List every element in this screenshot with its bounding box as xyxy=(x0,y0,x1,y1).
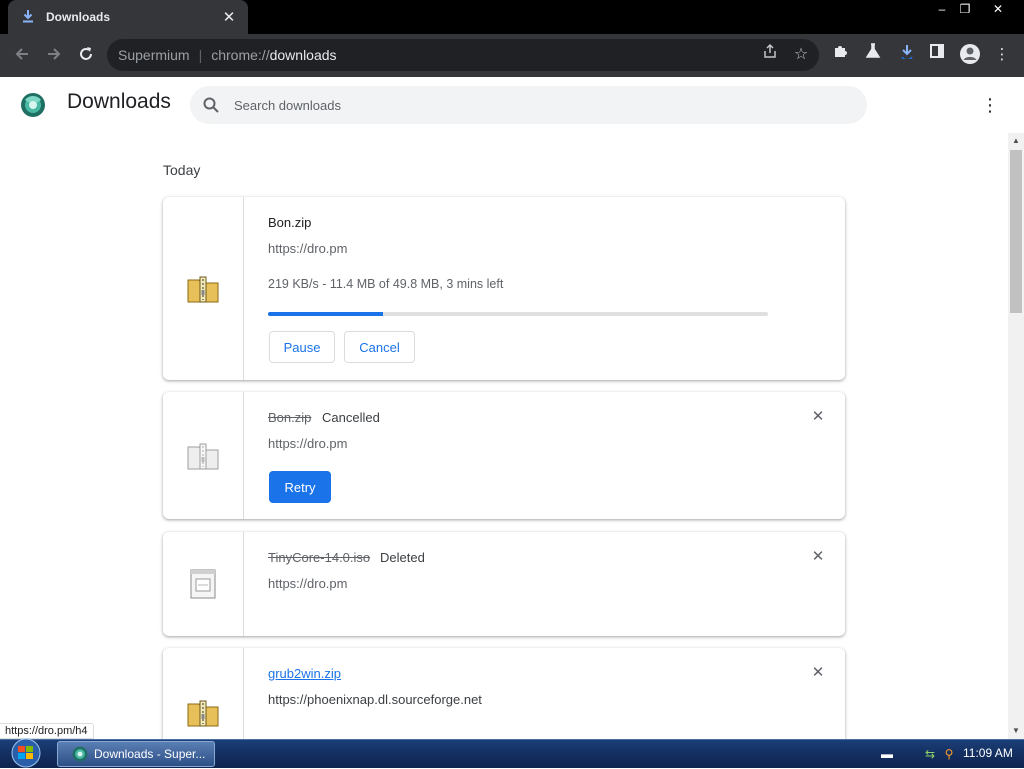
site-label: Supermium xyxy=(118,47,190,63)
bookmark-star-icon[interactable]: ☆ xyxy=(789,43,813,67)
pause-button[interactable]: Pause xyxy=(269,331,335,363)
profile-avatar-icon[interactable] xyxy=(958,43,982,67)
close-window-button[interactable]: ✕ xyxy=(984,0,1012,18)
scrollbar-thumb[interactable] xyxy=(1010,150,1022,313)
search-downloads-input[interactable]: Search downloads xyxy=(190,86,867,124)
address-bar[interactable]: Supermium | chrome:// downloads ☆ xyxy=(107,39,819,71)
network-icon[interactable]: ⇆ xyxy=(922,746,938,762)
download-progress-bar xyxy=(268,312,768,316)
download-icon xyxy=(22,9,36,25)
extensions-puzzle-icon[interactable] xyxy=(829,43,853,67)
file-name-link[interactable]: grub2win.zip xyxy=(268,666,341,681)
scroll-down-arrow-icon[interactable]: ▼ xyxy=(1008,723,1024,739)
supermium-logo-icon xyxy=(21,93,45,117)
remove-from-list-icon[interactable]: ✕ xyxy=(809,548,827,566)
file-source-url[interactable]: https://dro.pm xyxy=(268,241,347,256)
reload-button[interactable] xyxy=(72,42,100,70)
keyboard-icon[interactable]: ▬ xyxy=(879,746,895,762)
labs-flask-icon[interactable] xyxy=(861,43,885,67)
taskbar-button-label: Downloads - Super... xyxy=(94,747,206,761)
downloads-header: Downloads Search downloads ⋮ xyxy=(0,77,1024,133)
downloads-list: Today Bon.zip https://dro.pm 219 KB/s - … xyxy=(0,133,1008,739)
download-progress-fill xyxy=(268,312,383,316)
page-scrollbar[interactable]: ▲ ▼ xyxy=(1008,133,1024,739)
remove-from-list-icon[interactable]: ✕ xyxy=(809,664,827,682)
download-status-text: Deleted xyxy=(380,550,425,565)
download-progress-description: 219 KB/s - 11.4 MB of 49.8 MB, 3 mins le… xyxy=(268,277,504,291)
supermium-app-icon xyxy=(72,746,88,762)
download-item-cancelled: Bon.zip Cancelled https://dro.pm Retry ✕ xyxy=(163,392,845,519)
download-status-text: Cancelled xyxy=(322,410,380,425)
tab-downloads[interactable]: Downloads ✕ xyxy=(8,0,248,34)
download-item-in-progress: Bon.zip https://dro.pm 219 KB/s - 11.4 M… xyxy=(163,197,845,380)
url-host: downloads xyxy=(269,47,337,63)
download-item-completed: grub2win.zip https://phoenixnap.dl.sourc… xyxy=(163,648,845,739)
arrow-left-icon xyxy=(15,48,28,60)
windows-taskbar: Downloads - Super... ▬ ⇆ ⚲ 11:09 AM xyxy=(0,737,1024,769)
file-name: TinyCore-14.0.iso xyxy=(268,550,371,565)
arrow-right-icon xyxy=(48,48,61,60)
start-orb-icon[interactable] xyxy=(4,737,44,769)
browser-toolbar: Supermium | chrome:// downloads ☆ ⋮ xyxy=(0,34,1024,77)
tab-close-icon[interactable]: ✕ xyxy=(220,8,238,26)
download-status-icon[interactable] xyxy=(895,43,919,67)
cancel-button[interactable]: Cancel xyxy=(344,331,415,363)
title-bar: Downloads ✕ – ❐ ✕ xyxy=(0,0,1024,34)
zip-folder-icon xyxy=(187,700,219,727)
forward-button[interactable] xyxy=(40,42,68,70)
taskbar-button-downloads[interactable]: Downloads - Super... xyxy=(57,741,215,767)
date-section-label: Today xyxy=(163,162,201,178)
restore-button[interactable]: ❐ xyxy=(951,0,979,18)
file-name: Bon.zip xyxy=(268,410,312,425)
page-title: Downloads xyxy=(67,90,171,113)
search-icon xyxy=(203,97,219,113)
zip-folder-icon xyxy=(187,443,219,469)
file-source-url[interactable]: https://dro.pm xyxy=(268,436,347,451)
file-source-url[interactable]: https://phoenixnap.dl.sourceforge.net xyxy=(268,692,482,707)
remove-from-list-icon[interactable]: ✕ xyxy=(809,408,827,426)
back-button[interactable] xyxy=(8,42,36,70)
side-panel-icon[interactable] xyxy=(925,43,949,67)
file-name[interactable]: Bon.zip xyxy=(268,215,311,230)
more-actions-icon[interactable]: ⋮ xyxy=(980,94,1000,116)
disc-image-file-icon xyxy=(190,569,216,599)
file-source-url[interactable]: https://dro.pm xyxy=(268,576,347,591)
reload-icon xyxy=(80,47,92,60)
search-placeholder: Search downloads xyxy=(234,97,341,113)
taskbar-clock[interactable]: 11:09 AM xyxy=(963,746,1013,760)
url-scheme: chrome:// xyxy=(211,47,270,63)
zip-folder-icon xyxy=(187,276,219,302)
share-icon[interactable] xyxy=(758,43,782,67)
tab-title: Downloads xyxy=(46,10,111,24)
search-tray-icon[interactable]: ⚲ xyxy=(941,746,957,762)
retry-button[interactable]: Retry xyxy=(269,471,331,503)
omnibox-separator: | xyxy=(198,47,203,63)
scroll-up-arrow-icon[interactable]: ▲ xyxy=(1008,133,1024,149)
browser-menu-icon[interactable]: ⋮ xyxy=(990,43,1014,67)
download-item-deleted: TinyCore-14.0.iso Deleted https://dro.pm… xyxy=(163,532,845,636)
